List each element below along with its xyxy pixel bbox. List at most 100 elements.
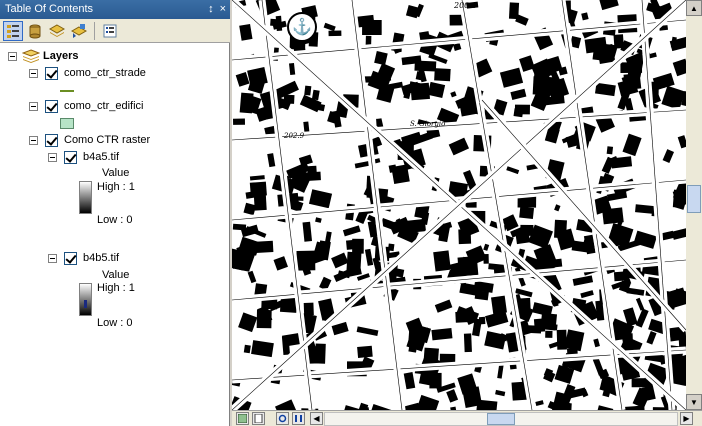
building <box>256 309 272 329</box>
list-by-source-icon <box>29 24 41 38</box>
collapse-toggle[interactable] <box>48 152 57 162</box>
pause-drawing-button[interactable] <box>292 412 305 425</box>
vertical-scrollbar[interactable]: ▲ ▼ <box>686 0 702 410</box>
list-by-selection-icon <box>71 23 87 38</box>
layout-view-icon <box>254 414 263 423</box>
legend-value-title: Value <box>102 167 130 179</box>
building <box>491 295 507 315</box>
list-by-drawing-order-button[interactable] <box>3 20 23 41</box>
close-icon[interactable]: × <box>220 2 226 16</box>
collapse-toggle[interactable] <box>48 253 57 263</box>
building <box>538 231 550 237</box>
line-symbol-row <box>60 80 74 96</box>
building <box>270 18 281 27</box>
building <box>516 297 531 312</box>
data-view-button[interactable] <box>236 412 249 425</box>
layer-tree: Layers como_ctr_strade como_ctr_edifici <box>0 44 228 424</box>
collapse-toggle[interactable] <box>8 51 17 61</box>
list-by-source-button[interactable] <box>25 21 45 41</box>
table-of-contents-panel: Table Of Contents ↕ × Layers como_ctr_st… <box>0 0 230 426</box>
layout-view-button[interactable] <box>252 412 265 425</box>
layer-label-edifici: como_ctr_edifici <box>64 100 144 112</box>
building <box>515 231 531 245</box>
building <box>357 345 373 358</box>
building <box>463 333 472 353</box>
grayscale-ramp <box>79 283 92 316</box>
arcmap-window: Table Of Contents ↕ × Layers como_ctr_st… <box>0 0 702 426</box>
title-buttons: ↕ × <box>208 2 226 16</box>
building <box>433 250 451 272</box>
raster-visibility-checkbox[interactable] <box>64 251 77 265</box>
pin-icon[interactable]: ↕ <box>208 2 214 16</box>
group-visibility-checkbox[interactable] <box>45 133 58 147</box>
building <box>623 73 642 91</box>
layer-visibility-checkbox[interactable] <box>45 99 58 113</box>
options-icon <box>103 24 117 37</box>
data-view-icon <box>238 414 247 423</box>
toc-toolbar <box>0 19 230 43</box>
building <box>391 164 410 185</box>
layers-root-row[interactable]: Layers <box>8 48 78 64</box>
pause-icon <box>295 415 302 422</box>
building <box>519 206 535 220</box>
building <box>328 30 342 37</box>
building <box>672 189 684 208</box>
collapse-toggle[interactable] <box>29 101 38 111</box>
refresh-button[interactable] <box>276 412 289 425</box>
building <box>405 224 418 236</box>
layer-row-edifici[interactable]: como_ctr_edifici <box>29 98 143 114</box>
building <box>474 290 489 301</box>
building <box>483 253 489 264</box>
scroll-up-icon[interactable]: ▲ <box>686 0 702 16</box>
scroll-down-icon[interactable]: ▼ <box>686 394 702 410</box>
building <box>379 70 392 83</box>
horizontal-scroll-thumb[interactable] <box>487 413 515 425</box>
building <box>434 68 451 82</box>
building <box>513 108 524 118</box>
grayscale-ramp <box>79 181 92 214</box>
building <box>538 82 544 88</box>
horizontal-scrollbar[interactable] <box>324 412 678 426</box>
raster-label-b4a5: b4a5.tif <box>83 151 120 163</box>
group-row-raster[interactable]: Como CTR raster <box>29 132 150 148</box>
building <box>458 229 472 245</box>
options-button[interactable] <box>100 21 120 41</box>
group-label: Como CTR raster <box>64 134 151 146</box>
building <box>431 327 453 341</box>
building <box>606 146 614 155</box>
building <box>455 311 473 323</box>
building <box>602 207 624 225</box>
legend-low: Low : 0 <box>97 214 133 226</box>
building <box>584 36 608 54</box>
map-display[interactable]: ⚓ 200.6 S. Giorgio 202.9 <box>232 0 686 410</box>
building <box>545 330 553 338</box>
raster-visibility-checkbox[interactable] <box>64 150 77 164</box>
toc-title-bar: Table Of Contents ↕ × <box>0 0 230 19</box>
list-by-visibility-button[interactable] <box>47 21 67 41</box>
map-bottom-bar: ◀ ▶ <box>232 410 702 426</box>
building <box>540 312 558 331</box>
legend-high: High : 1 <box>97 282 135 294</box>
list-by-selection-button[interactable] <box>69 21 89 41</box>
raster-row-b4b5[interactable]: b4b5.tif <box>48 250 119 266</box>
building <box>253 190 267 211</box>
building <box>233 118 246 125</box>
layer-row-strade[interactable]: como_ctr_strade <box>29 65 146 81</box>
building <box>533 72 550 81</box>
legend-high: High : 1 <box>97 181 135 193</box>
vertical-scroll-thumb[interactable] <box>687 185 701 213</box>
building <box>352 238 364 254</box>
layer-visibility-checkbox[interactable] <box>45 66 58 80</box>
collapse-toggle[interactable] <box>29 135 38 145</box>
building <box>255 240 274 253</box>
anchor-icon: ⚓ <box>287 12 317 42</box>
scroll-left-icon[interactable]: ◀ <box>310 412 323 425</box>
legend-low: Low : 0 <box>97 317 133 329</box>
layers-icon <box>22 49 40 63</box>
building <box>283 94 295 104</box>
collapse-toggle[interactable] <box>29 68 38 78</box>
raster-row-b4a5[interactable]: b4a5.tif <box>48 149 119 165</box>
line-symbol <box>60 90 74 92</box>
scroll-right-icon[interactable]: ▶ <box>680 412 693 425</box>
ramp-marker <box>84 300 87 308</box>
